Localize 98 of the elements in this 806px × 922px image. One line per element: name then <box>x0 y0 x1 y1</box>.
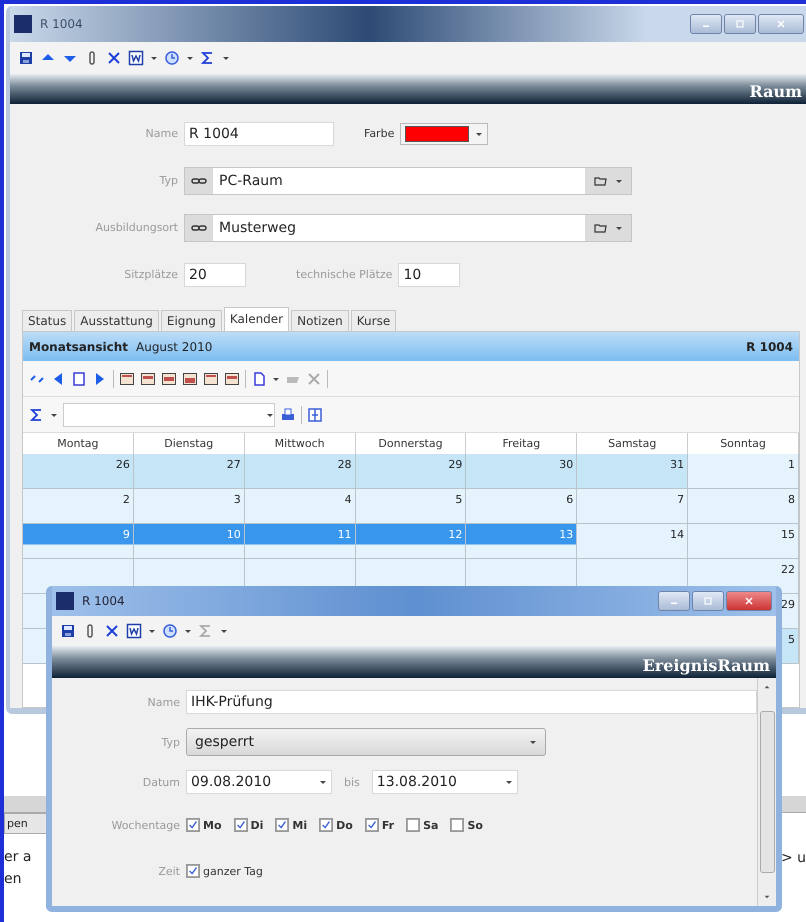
close-icon[interactable] <box>743 595 755 607</box>
checkbox-label: Di <box>250 818 264 832</box>
calendar-view-icon[interactable] <box>161 370 177 386</box>
field-label: Ausbildungsort <box>94 221 179 234</box>
month-label: August 2010 <box>136 340 212 354</box>
calendar-view-icon[interactable] <box>182 370 198 386</box>
scrollbar-thumb[interactable] <box>760 711 774 873</box>
calendar-view-icon[interactable] <box>140 370 156 386</box>
tab[interactable]: Status <box>22 310 72 331</box>
field-label: Zeit <box>157 864 181 878</box>
checkbox-label: ganzer Tag <box>203 864 263 878</box>
day-cell[interactable]: 29 <box>356 454 466 489</box>
tab[interactable]: Ausstattung <box>74 310 159 331</box>
type-field[interactable]: PC-Raum <box>184 166 632 194</box>
tab[interactable]: Eignung <box>160 310 222 331</box>
checkbox-label: Fr <box>382 818 394 832</box>
background-text: en <box>4 870 22 889</box>
date-field[interactable]: 09.08.2010 <box>186 770 332 794</box>
checkbox[interactable] <box>275 818 290 832</box>
clock-icon[interactable] <box>164 50 180 66</box>
day-cell[interactable]: 3 <box>134 489 245 524</box>
window-title: R 1004 <box>40 17 83 31</box>
day-cell[interactable]: 5 <box>356 489 466 524</box>
app-icon <box>14 15 32 33</box>
clock-icon[interactable] <box>162 623 178 639</box>
scrollbar[interactable] <box>757 678 776 906</box>
field-label: Datum <box>142 776 181 788</box>
section-header: EreignisRaum <box>52 646 776 678</box>
checkbox[interactable] <box>186 818 200 832</box>
word-icon[interactable] <box>126 623 142 639</box>
delete-icon[interactable] <box>106 50 122 66</box>
calendar-icon[interactable] <box>71 370 87 386</box>
checkbox-label: Do <box>336 818 353 832</box>
checkbox[interactable] <box>406 818 420 832</box>
columns-icon[interactable] <box>307 406 323 422</box>
tab[interactable]: Notizen <box>291 310 349 331</box>
location-field[interactable]: Musterweg <box>184 214 632 242</box>
day-cell[interactable]: 6 <box>466 489 578 524</box>
delete-icon[interactable] <box>104 623 120 639</box>
checkbox-label: Mi <box>292 818 308 832</box>
maximize-button[interactable] <box>692 591 724 611</box>
type-dropdown[interactable]: gesperrt <box>186 728 546 756</box>
tab[interactable]: Kalender <box>224 307 290 331</box>
close-button[interactable] <box>758 14 804 34</box>
day-cell[interactable]: 15 <box>688 524 799 559</box>
day-cell[interactable]: 4 <box>244 489 356 524</box>
day-cell[interactable]: 7 <box>577 489 688 524</box>
checkbox[interactable] <box>234 818 248 832</box>
close-button[interactable] <box>726 591 772 611</box>
field-label: Name <box>144 127 179 140</box>
checkbox[interactable] <box>186 864 200 878</box>
background-text: > u <box>780 850 806 866</box>
name-field[interactable]: R 1004 <box>184 122 334 146</box>
view-title: Monatsansicht <box>29 340 128 354</box>
field-label: Typ <box>160 736 181 748</box>
day-cell[interactable]: 2 <box>23 489 134 524</box>
day-cell[interactable]: 1 <box>688 454 799 489</box>
field-label: Name <box>146 696 181 708</box>
checkbox[interactable] <box>450 818 464 832</box>
checkbox-label: Sa <box>423 818 438 832</box>
day-cell[interactable]: 28 <box>244 454 356 489</box>
maximize-button[interactable] <box>724 14 756 34</box>
calendar-view-icon[interactable] <box>119 370 135 386</box>
save-icon[interactable] <box>18 50 34 66</box>
app-icon <box>56 592 74 610</box>
day-cell[interactable]: 8 <box>688 489 799 524</box>
checkbox[interactable] <box>364 818 379 832</box>
checkbox-label: Mo <box>203 818 222 832</box>
day-cell[interactable]: 31 <box>577 454 688 489</box>
word-icon[interactable] <box>128 50 144 66</box>
tab[interactable]: Kurse <box>350 310 396 331</box>
technical-seats-field[interactable]: 10 <box>398 262 460 286</box>
window-title: R 1004 <box>82 594 125 608</box>
minimize-button[interactable] <box>658 591 690 611</box>
background-text: er a <box>4 848 32 867</box>
section-header: Raum <box>10 74 806 104</box>
calendar-view-icon[interactable] <box>224 370 240 386</box>
calendar-view-icon[interactable] <box>203 370 219 386</box>
field-label: technische Plätze <box>296 268 394 281</box>
field-label: Farbe <box>364 127 396 140</box>
field-label: Typ <box>158 174 179 187</box>
room-label: R 1004 <box>746 340 793 354</box>
day-cell[interactable]: 30 <box>466 454 578 489</box>
day-cell[interactable]: 14 <box>577 524 688 559</box>
color-picker[interactable] <box>400 122 488 144</box>
field-label: Sitzplätze <box>123 268 179 281</box>
print-icon[interactable] <box>280 406 296 422</box>
checkbox[interactable] <box>319 818 334 832</box>
minimize-button[interactable] <box>690 14 722 34</box>
seats-field[interactable]: 20 <box>184 262 246 286</box>
checkbox-label: So <box>467 818 483 832</box>
date-field[interactable]: 13.08.2010 <box>372 770 518 794</box>
day-cell[interactable]: 26 <box>23 454 134 489</box>
day-cell[interactable]: 27 <box>134 454 245 489</box>
name-field[interactable]: IHK-Prüfung <box>186 690 757 714</box>
field-label: Wochentage <box>110 818 181 832</box>
field-label: bis <box>344 776 360 788</box>
save-icon[interactable] <box>60 623 76 639</box>
